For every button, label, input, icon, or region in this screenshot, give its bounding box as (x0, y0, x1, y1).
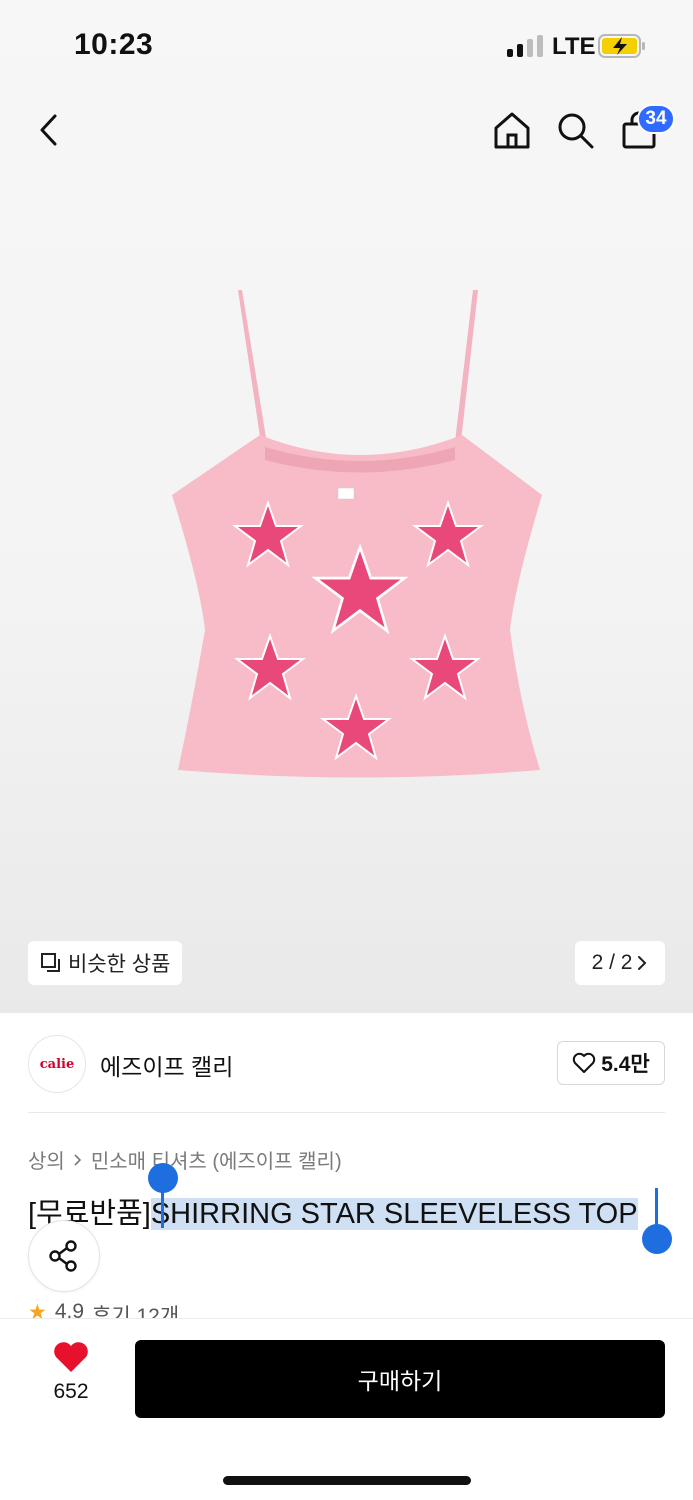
heart-outline-icon (573, 1052, 596, 1073)
like-count: 652 (53, 1380, 89, 1403)
search-icon (558, 113, 594, 149)
battery-icon (598, 34, 645, 58)
breadcrumb-subcategory[interactable]: 민소매 티셔츠 (에즈이프 캘리) (91, 1145, 342, 1174)
brand-name[interactable]: 에즈이프 캘리 (100, 1048, 233, 1082)
home-indicator[interactable] (223, 1476, 471, 1485)
cart-count-badge: 34 (637, 104, 675, 134)
share-button[interactable] (28, 1220, 100, 1292)
product-title[interactable]: [무료반품]SHIRRING STAR SLEEVELESS TOP (28, 1190, 638, 1232)
copy-icon (41, 953, 60, 972)
selection-handle-start[interactable] (148, 1163, 178, 1193)
chevron-right-icon (638, 956, 647, 970)
rating-row[interactable]: ★ 4.9 후기 12개 (28, 1300, 179, 1320)
brand-row: calie 에즈이프 캘리 5.4만 (0, 1030, 693, 1100)
star-icon: ★ (28, 1301, 47, 1320)
product-image[interactable] (170, 285, 550, 785)
share-icon (49, 1240, 77, 1272)
chevron-right-icon (74, 1153, 81, 1166)
product-hero: 10:23 LTE 34 비슷한 상품 2 / 2 (0, 0, 693, 1013)
breadcrumb: 상의 민소매 티셔츠 (에즈이프 캘리) (28, 1145, 342, 1174)
divider (28, 1112, 665, 1113)
brand-like-button[interactable]: 5.4만 (557, 1041, 665, 1085)
back-button[interactable] (26, 106, 74, 154)
status-bar: 10:23 LTE (0, 0, 693, 90)
top-nav (0, 100, 693, 164)
breadcrumb-category[interactable]: 상의 (28, 1145, 65, 1174)
page-indicator-text: 2 / 2 (591, 951, 633, 974)
home-icon (494, 112, 530, 149)
network-label: LTE (552, 33, 596, 60)
home-button[interactable] (488, 106, 536, 154)
signal-icon (507, 35, 543, 57)
product-title-selected: SHIRRING STAR SLEEVELESS TOP (150, 1198, 638, 1230)
rating-value: 4.9 (54, 1300, 85, 1320)
heart-filled-icon (54, 1342, 88, 1372)
review-count: 후기 12개 (92, 1305, 180, 1320)
buy-button[interactable]: 구매하기 (135, 1340, 665, 1418)
similar-products-button[interactable]: 비슷한 상품 (28, 941, 183, 985)
brand-logo[interactable]: calie (28, 1035, 86, 1093)
status-time: 10:23 (74, 28, 154, 61)
similar-products-label: 비슷한 상품 (68, 953, 171, 976)
brand-like-count: 5.4만 (601, 1053, 650, 1076)
search-button[interactable] (551, 106, 599, 154)
chevron-left-icon (40, 114, 57, 146)
image-page-indicator[interactable]: 2 / 2 (575, 941, 665, 985)
selection-handle-end[interactable] (642, 1224, 672, 1254)
like-button[interactable]: 652 (30, 1340, 112, 1420)
